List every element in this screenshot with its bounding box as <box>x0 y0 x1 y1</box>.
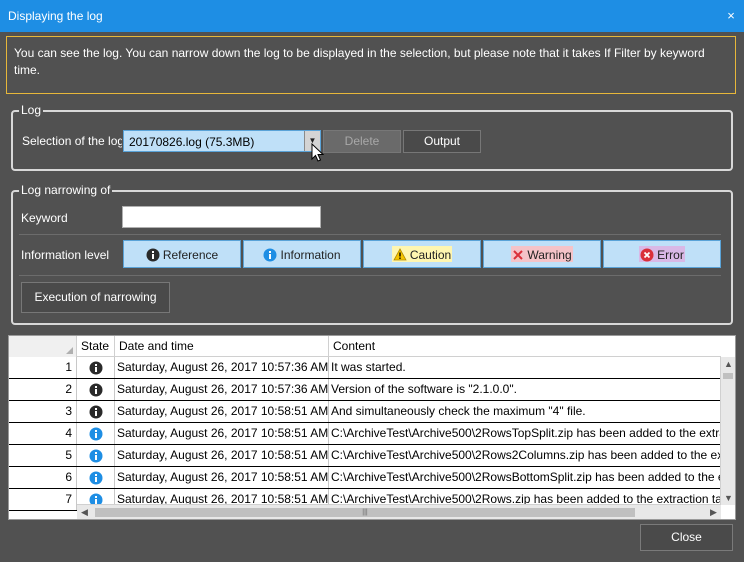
level-error-label: Error <box>657 247 684 262</box>
horizontal-scrollbar[interactable]: ◀ ||| ▶ <box>77 504 721 519</box>
level-error-toggle[interactable]: Error <box>603 240 721 268</box>
row-number: 1 <box>9 357 77 378</box>
level-reference-label: Reference <box>162 247 219 262</box>
table-row[interactable]: 6 Saturday, August 26, 2017 10:58:51 AM C:… <box>9 467 721 489</box>
column-header-content[interactable]: Content <box>329 336 721 357</box>
row-date: Saturday, August 26, 2017 10:57:36 AM <box>115 379 329 400</box>
vertical-scrollbar[interactable]: ▲ ▼ <box>720 357 735 505</box>
close-x-icon <box>513 250 524 260</box>
execute-narrowing-button[interactable]: Execution of narrowing <box>21 282 170 313</box>
error-circle-icon <box>640 248 654 262</box>
level-error-highlight: Error <box>639 246 685 262</box>
log-grid: State Date and time Content 1 Saturday, A… <box>8 335 736 520</box>
level-reference-toggle[interactable]: Reference <box>123 240 241 268</box>
log-file-combobox[interactable]: 20170826.log (75.3MB) ▼ <box>123 130 321 152</box>
info-blue-icon <box>77 467 115 488</box>
row-date: Saturday, August 26, 2017 10:58:51 AM <box>115 401 329 422</box>
table-row[interactable]: 1 Saturday, August 26, 2017 10:57:36 AM It… <box>9 357 721 379</box>
table-row[interactable]: 4 Saturday, August 26, 2017 10:58:51 AM C:… <box>9 423 721 445</box>
keyword-label: Keyword <box>21 211 68 225</box>
scroll-down-icon[interactable]: ▼ <box>721 491 735 505</box>
horizontal-scroll-thumb[interactable]: ||| <box>95 508 635 517</box>
info-dark-icon <box>77 379 115 400</box>
log-group-legend: Log <box>19 103 44 117</box>
row-content: C:\ArchiveTest\Archive500\2RowsBottomSpl… <box>331 470 721 484</box>
column-header-date[interactable]: Date and time <box>115 336 329 357</box>
row-date: Saturday, August 26, 2017 10:57:36 AM <box>115 357 329 378</box>
table-row[interactable]: 5 Saturday, August 26, 2017 10:58:51 AM C:… <box>9 445 721 467</box>
row-number: 3 <box>9 401 77 422</box>
row-number: 7 <box>9 489 77 510</box>
row-number: 6 <box>9 467 77 488</box>
scroll-left-icon[interactable]: ◀ <box>77 505 92 519</box>
row-content: C:\ArchiveTest\Archive500\2RowsTopSplit.… <box>331 426 721 440</box>
narrowing-group-legend: Log narrowing of <box>19 183 113 197</box>
info-dark-icon <box>77 401 115 422</box>
window-title: Displaying the log <box>8 9 103 23</box>
log-selection-label: Selection of the log <box>22 134 122 148</box>
level-caution-highlight: Caution <box>391 246 453 262</box>
info-blue-icon <box>263 248 277 262</box>
grid-header: State Date and time Content <box>9 336 721 357</box>
level-information-toggle[interactable]: Information <box>243 240 361 268</box>
row-content: Version of the software is "2.1.0.0". <box>331 382 517 396</box>
level-information-label: Information <box>280 247 341 262</box>
grid-corner[interactable] <box>9 336 77 357</box>
row-date: Saturday, August 26, 2017 10:58:51 AM <box>115 467 329 488</box>
row-number: 2 <box>9 379 77 400</box>
column-header-state[interactable]: State <box>77 336 115 357</box>
row-date: Saturday, August 26, 2017 10:58:51 AM <box>115 423 329 444</box>
close-button[interactable]: Close <box>640 524 733 551</box>
row-content: C:\ArchiveTest\Archive500\2Rows2Columns.… <box>331 448 721 462</box>
divider <box>19 234 721 235</box>
scroll-right-icon[interactable]: ▶ <box>706 505 721 519</box>
delete-button[interactable]: Delete <box>323 130 401 153</box>
scroll-up-icon[interactable]: ▲ <box>721 357 735 371</box>
notice-banner: You can see the log. You can narrow down… <box>6 36 736 94</box>
level-warning-toggle[interactable]: Warning <box>483 240 601 268</box>
info-blue-icon <box>77 445 115 466</box>
window-close-icon[interactable]: × <box>724 9 738 23</box>
output-button[interactable]: Output <box>403 130 481 153</box>
level-caution-label: Caution <box>409 247 452 262</box>
keyword-input[interactable] <box>122 206 321 228</box>
row-content: It was started. <box>331 360 406 374</box>
narrowing-group: Log narrowing of Keyword Information lev… <box>11 183 733 325</box>
divider <box>19 275 721 276</box>
level-warning-label: Warning <box>527 247 572 262</box>
info-dark-icon <box>77 357 115 378</box>
row-content: And simultaneously check the maximum "4"… <box>331 404 586 418</box>
table-row[interactable]: 2 Saturday, August 26, 2017 10:57:36 AM Ve… <box>9 379 721 401</box>
notice-text: You can see the log. You can narrow down… <box>14 46 705 77</box>
level-warning-highlight: Warning <box>511 246 573 262</box>
info-level-toggles: Reference Information Caution Warning Er… <box>123 240 723 268</box>
info-dark-icon <box>146 248 160 262</box>
mouse-cursor-icon <box>311 143 325 162</box>
table-row[interactable]: 3 Saturday, August 26, 2017 10:58:51 AM An… <box>9 401 721 423</box>
info-level-label: Information level <box>21 248 110 262</box>
vertical-scroll-thumb[interactable] <box>723 373 733 379</box>
level-caution-toggle[interactable]: Caution <box>363 240 481 268</box>
warning-triangle-icon <box>393 248 407 261</box>
row-number: 5 <box>9 445 77 466</box>
row-number: 4 <box>9 423 77 444</box>
info-blue-icon <box>77 423 115 444</box>
title-bar: Displaying the log × <box>0 0 744 32</box>
log-group: Log Selection of the log 20170826.log (7… <box>11 103 733 171</box>
row-date: Saturday, August 26, 2017 10:58:51 AM <box>115 445 329 466</box>
log-file-value: 20170826.log (75.3MB) <box>129 135 255 149</box>
